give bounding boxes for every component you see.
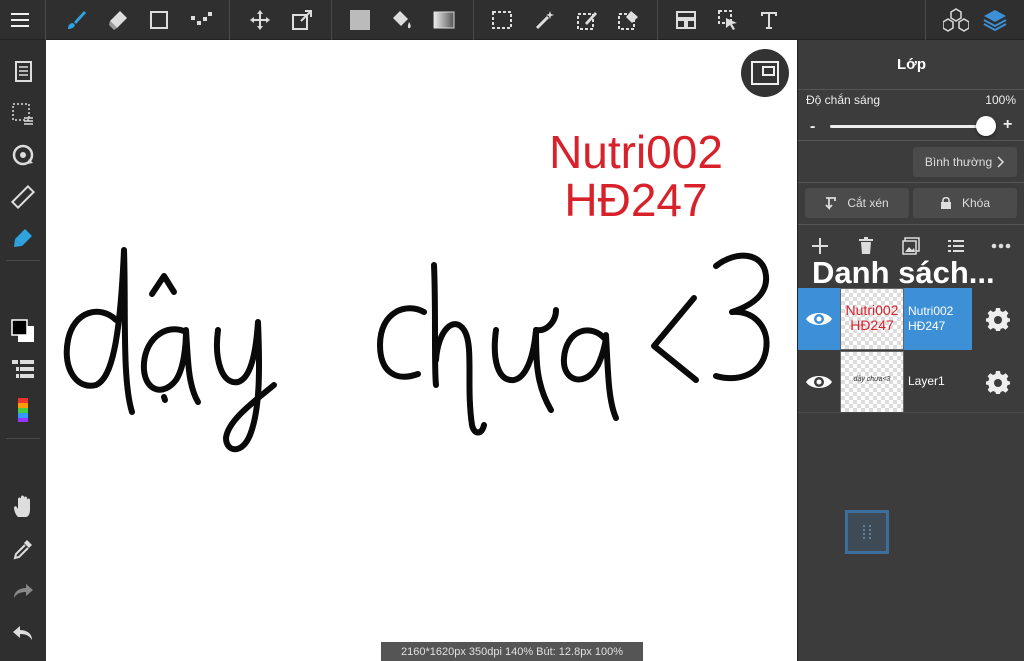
app-window: Nutri002 HĐ247 2160*1620px 350dpi 140% B… bbox=[0, 0, 1024, 661]
clipping-label: Cắt xén bbox=[847, 196, 889, 210]
blend-mode-label: Bình thường bbox=[924, 155, 993, 169]
layers-icon[interactable] bbox=[979, 4, 1011, 36]
dot-pen-icon[interactable] bbox=[185, 4, 217, 36]
ruler-icon[interactable] bbox=[7, 181, 39, 213]
color-palette-icon[interactable] bbox=[7, 394, 39, 426]
transform-tool-icon[interactable] bbox=[286, 4, 318, 36]
fill-color-icon[interactable] bbox=[344, 4, 376, 36]
color-swatch-icon[interactable] bbox=[7, 315, 39, 347]
lock-icon bbox=[940, 196, 951, 209]
lock-label: Khóa bbox=[961, 196, 991, 210]
rotate-canvas-icon[interactable] bbox=[7, 139, 39, 171]
opacity-minus-button[interactable]: - bbox=[810, 118, 815, 136]
materials-icon[interactable] bbox=[940, 4, 972, 36]
status-bar: 2160*1620px 350dpi 140% Bút: 12.8px 100% bbox=[381, 642, 643, 661]
panel-title: Lớp bbox=[798, 40, 1024, 90]
thumb-text-line2: HĐ247 bbox=[850, 317, 894, 333]
layer-settings-gear-icon[interactable] bbox=[982, 303, 1014, 335]
redo-icon[interactable] bbox=[7, 575, 39, 607]
visibility-eye-icon[interactable] bbox=[798, 351, 840, 413]
eraser-tool-icon[interactable] bbox=[102, 4, 134, 36]
opacity-slider-knob[interactable] bbox=[976, 116, 996, 136]
layer-name-line1: Layer1 bbox=[908, 374, 945, 388]
top-toolbar bbox=[0, 0, 1024, 40]
layer-row-selected[interactable]: Nutri002 HĐ247 Nutri002 HĐ247 bbox=[798, 288, 1024, 350]
layer-name-line2: HĐ247 bbox=[908, 319, 946, 333]
layout-icon[interactable] bbox=[670, 4, 702, 36]
opacity-slider-track[interactable] bbox=[830, 125, 986, 128]
selection-layer-icon[interactable] bbox=[7, 98, 39, 130]
opacity-value: 100% bbox=[985, 93, 1016, 107]
shape-tool-icon[interactable] bbox=[143, 4, 175, 36]
layer-name-line1: Nutri002 bbox=[908, 304, 954, 318]
select-eraser-icon[interactable] bbox=[612, 4, 644, 36]
bucket-tool-icon[interactable] bbox=[386, 4, 418, 36]
select-rect-icon[interactable] bbox=[486, 4, 518, 36]
blend-mode-button[interactable]: Bình thường bbox=[913, 147, 1017, 177]
visibility-eye-icon[interactable] bbox=[798, 288, 840, 350]
select-pen-icon[interactable] bbox=[571, 4, 603, 36]
thumb-text: dậy chưa<3 bbox=[853, 376, 891, 383]
layer-row[interactable]: dậy chưa<3 Layer1 bbox=[798, 351, 1024, 413]
brush-tool-icon[interactable] bbox=[60, 4, 92, 36]
menu-icon[interactable] bbox=[4, 4, 36, 36]
snap-pen-icon[interactable] bbox=[7, 222, 39, 254]
lock-button[interactable]: Khóa bbox=[913, 188, 1017, 218]
layer-settings-gear-icon[interactable] bbox=[982, 366, 1014, 398]
drawing-canvas[interactable]: Nutri002 HĐ247 2160*1620px 350dpi 140% B… bbox=[46, 40, 797, 661]
thumb-text-line1: Nutri002 bbox=[845, 302, 899, 318]
handwriting-drawing bbox=[63, 247, 770, 453]
left-toolbar bbox=[0, 40, 46, 661]
move-tool-icon[interactable] bbox=[244, 4, 276, 36]
chevron-right-icon bbox=[997, 156, 1005, 168]
layer-list-title: Danh sách... bbox=[812, 255, 995, 290]
magic-wand-icon[interactable] bbox=[529, 4, 561, 36]
layer-thumbnail: dậy chưa<3 bbox=[840, 351, 904, 413]
opacity-label: Độ chắn sáng bbox=[806, 93, 881, 107]
hand-tool-icon[interactable] bbox=[7, 491, 39, 523]
undo-icon[interactable] bbox=[7, 617, 39, 649]
gradient-tool-icon[interactable] bbox=[428, 4, 460, 36]
layer-panel: Lớp Độ chắn sáng 100% - + Bình thường Cắ… bbox=[797, 40, 1024, 661]
page-manager-icon[interactable] bbox=[7, 56, 39, 88]
opacity-plus-button[interactable]: + bbox=[1003, 116, 1012, 134]
text-tool-icon[interactable] bbox=[753, 4, 785, 36]
brush-list-icon[interactable] bbox=[7, 353, 39, 385]
layer-thumbnail: Nutri002 HĐ247 bbox=[840, 288, 904, 350]
operation-tool-icon[interactable] bbox=[712, 4, 744, 36]
grip-dots-icon bbox=[863, 525, 871, 539]
drag-handle[interactable] bbox=[845, 510, 889, 554]
clipping-icon bbox=[825, 197, 837, 210]
clipping-button[interactable]: Cắt xén bbox=[805, 188, 909, 218]
eyedropper-icon[interactable] bbox=[7, 533, 39, 565]
